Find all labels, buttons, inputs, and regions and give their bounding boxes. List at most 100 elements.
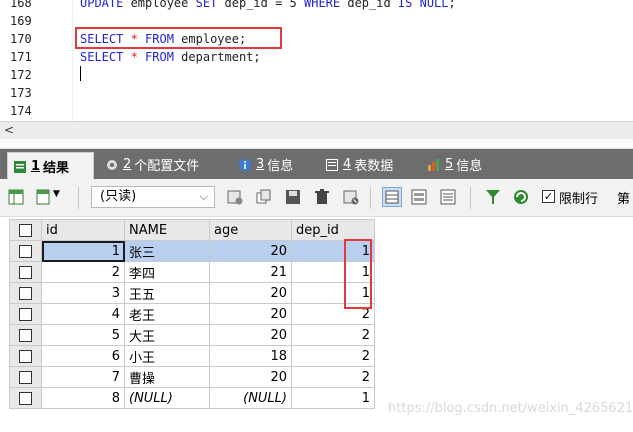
- cell-dep-id[interactable]: 2: [291, 324, 375, 346]
- select-all-checkbox[interactable]: [19, 223, 32, 237]
- cell-name[interactable]: 王五: [124, 282, 210, 304]
- result-grid[interactable]: id NAME age dep_id 1 张三 20 1 2 李四 21 1 3…: [9, 219, 375, 409]
- limit-rows-checkbox[interactable]: ✓: [542, 190, 555, 203]
- cell-name[interactable]: 大王: [124, 324, 210, 346]
- cell-dep-id[interactable]: 2: [291, 345, 375, 367]
- row-selector[interactable]: [9, 282, 42, 304]
- cell-id[interactable]: 7: [41, 366, 125, 388]
- save-icon[interactable]: [285, 189, 301, 205]
- cell-name[interactable]: 曹操: [124, 366, 210, 388]
- text-view-icon[interactable]: [440, 189, 456, 205]
- grid-view-icon[interactable]: [382, 187, 402, 207]
- edit-mode-select[interactable]: (只读) ⌵: [91, 186, 215, 208]
- sql-text: ;: [448, 0, 456, 10]
- dep-id-highlight-box: [344, 239, 372, 309]
- table-row[interactable]: 5 大王 20 2: [9, 324, 375, 346]
- toolbar-divider: [370, 187, 371, 209]
- row-checkbox[interactable]: [19, 328, 32, 342]
- tab-info[interactable]: 3 信息: [233, 152, 313, 177]
- info-icon: [239, 158, 251, 171]
- filter-icon[interactable]: [485, 189, 501, 205]
- insert-row-icon[interactable]: [227, 189, 243, 205]
- tab-info-2[interactable]: 5 信息: [422, 152, 502, 177]
- sql-editor[interactable]: 168 169 170 171 172 173 174 UPDATE emplo…: [0, 0, 633, 121]
- cell-age[interactable]: 18: [209, 345, 292, 367]
- line-number-gutter: 168 169 170 171 172 173 174: [0, 0, 64, 121]
- duplicate-row-icon[interactable]: [256, 189, 272, 205]
- sql-keyword: FROM: [145, 50, 174, 64]
- query-highlight-box: [75, 27, 282, 49]
- cell-dep-id[interactable]: 2: [291, 366, 375, 388]
- sql-text: department;: [173, 50, 261, 64]
- tab-results[interactable]: 1 结果: [7, 152, 94, 180]
- row-checkbox[interactable]: [19, 307, 32, 321]
- select-all-cell[interactable]: [9, 219, 42, 241]
- cell-age[interactable]: 21: [209, 261, 292, 283]
- cell-id[interactable]: 3: [41, 282, 125, 304]
- cell-name[interactable]: 老王: [124, 303, 210, 325]
- tab-table-data[interactable]: 4 表数据: [320, 152, 415, 177]
- cell-name[interactable]: 小王: [124, 345, 210, 367]
- table-row[interactable]: 2 李四 21 1: [9, 261, 375, 283]
- export-grid-icon[interactable]: [8, 189, 24, 205]
- cell-age[interactable]: 20: [209, 303, 292, 325]
- tab-profiles[interactable]: 2 个配置文件: [100, 152, 225, 177]
- cell-age[interactable]: 20: [209, 240, 292, 262]
- cell-name[interactable]: (NULL): [124, 387, 210, 409]
- code-line-171[interactable]: SELECT * FROM department;: [80, 48, 261, 66]
- table-row[interactable]: 8 (NULL) (NULL) 1: [9, 387, 375, 409]
- cell-id[interactable]: 6: [41, 345, 125, 367]
- scroll-left-arrow-icon[interactable]: <: [4, 122, 14, 138]
- cell-name[interactable]: 张三: [124, 240, 210, 262]
- table-row[interactable]: 4 老王 20 2: [9, 303, 375, 325]
- cell-id[interactable]: 4: [41, 303, 125, 325]
- row-selector[interactable]: [9, 324, 42, 346]
- tab-label: 个配置文件: [134, 159, 200, 174]
- table-row[interactable]: 6 小王 18 2: [9, 345, 375, 367]
- column-header-name[interactable]: NAME: [124, 219, 210, 241]
- result-toolbar: ▼ (只读) ⌵ ✓ 限制行 第: [0, 179, 633, 217]
- row-checkbox[interactable]: [19, 349, 32, 363]
- editor-horizontal-scrollbar[interactable]: <: [0, 121, 633, 139]
- column-header-id[interactable]: id: [41, 219, 125, 241]
- cell-age[interactable]: 20: [209, 366, 292, 388]
- table-row[interactable]: 3 王五 20 1: [9, 282, 375, 304]
- row-selector[interactable]: [9, 240, 42, 262]
- watermark: https://blog.csdn.net/weixin_42656213: [388, 401, 633, 416]
- row-selector[interactable]: [9, 261, 42, 283]
- cell-id[interactable]: 2: [41, 261, 125, 283]
- table-row[interactable]: 1 张三 20 1: [9, 240, 375, 262]
- row-checkbox[interactable]: [19, 244, 32, 258]
- row-checkbox[interactable]: [19, 286, 32, 300]
- cell-name[interactable]: 李四: [124, 261, 210, 283]
- view-mode-icon[interactable]: [36, 189, 52, 205]
- pane-splitter[interactable]: [0, 139, 633, 149]
- cell-id[interactable]: 1: [41, 240, 125, 262]
- row-checkbox[interactable]: [19, 391, 32, 405]
- table-row[interactable]: 7 曹操 20 2: [9, 366, 375, 388]
- form-view-icon[interactable]: [411, 189, 427, 205]
- tab-label: 信息: [456, 159, 483, 174]
- column-header-age[interactable]: age: [209, 219, 292, 241]
- tab-number: 5: [445, 157, 454, 172]
- code-line-168[interactable]: UPDATE employee SET dep_id = 5 WHERE dep…: [80, 0, 456, 12]
- row-selector[interactable]: [9, 366, 42, 388]
- row-checkbox[interactable]: [19, 265, 32, 279]
- row-selector[interactable]: [9, 303, 42, 325]
- cell-id[interactable]: 5: [41, 324, 125, 346]
- refresh-icon[interactable]: [513, 189, 529, 205]
- cell-age[interactable]: 20: [209, 324, 292, 346]
- line-number: 169: [10, 14, 32, 28]
- cell-age[interactable]: (NULL): [209, 387, 292, 409]
- discard-changes-icon[interactable]: [343, 189, 359, 205]
- cell-id[interactable]: 8: [41, 387, 125, 409]
- cell-age[interactable]: 20: [209, 282, 292, 304]
- column-header-dep-id[interactable]: dep_id: [291, 219, 375, 241]
- row-selector[interactable]: [9, 345, 42, 367]
- chevron-down-icon[interactable]: ▼: [53, 189, 60, 199]
- cell-dep-id[interactable]: 1: [291, 387, 375, 409]
- tab-label: 表数据: [354, 159, 394, 174]
- row-checkbox[interactable]: [19, 370, 32, 384]
- row-selector[interactable]: [9, 387, 42, 409]
- delete-icon[interactable]: [314, 189, 330, 205]
